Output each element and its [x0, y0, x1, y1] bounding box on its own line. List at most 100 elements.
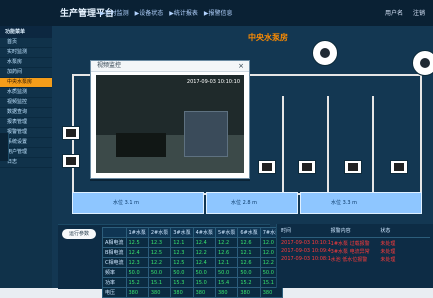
table-cell: 50.0	[170, 267, 194, 278]
table-cell: 12.5	[147, 247, 172, 258]
row-label: 频率	[102, 267, 127, 278]
parameters-button[interactable]: 运行参数	[62, 229, 96, 239]
alarm-content: 1#水泵 过载报警	[330, 241, 370, 247]
alarm-status: 未处理	[380, 257, 396, 263]
sidebar-item-query[interactable]: 数据查询	[0, 108, 52, 118]
sidebar-item-video[interactable]: 视频监控	[0, 98, 52, 108]
table-cell: 12.2	[192, 247, 217, 258]
table-cell: 12.4	[125, 247, 149, 258]
parameters-table: 1#水泵 2#水泵 3#水泵 4#水泵 5#水泵 6#水泵 7#水泵 A相电流 …	[102, 227, 284, 298]
page-title: 中央水泵房	[248, 33, 288, 42]
sidebar-item-home[interactable]: 首页	[0, 38, 52, 48]
pipe-vertical-2	[327, 96, 329, 194]
tank-1: 水位 3.1 m	[72, 192, 204, 214]
video-popup[interactable]: 视频监控 × 2017-09-03 10:10:10	[90, 60, 250, 179]
logout-link[interactable]: 注销	[413, 8, 425, 17]
pump-4-icon	[302, 163, 312, 171]
sidebar-item-dosing[interactable]: 加药间	[0, 68, 52, 78]
alarm-header: 时间 报警内容 状态	[281, 227, 430, 238]
table-cell: 12.5	[125, 237, 149, 248]
pump-6[interactable]	[390, 160, 408, 174]
table-cell: 12.1	[214, 257, 239, 268]
camera-machine	[184, 111, 228, 157]
pump-5-icon	[348, 163, 358, 171]
tank-3-level: 水位 3.3 m	[331, 200, 358, 206]
pump-4[interactable]	[298, 160, 316, 174]
table-cell: 50.0	[147, 267, 172, 278]
table-cell: 380	[259, 287, 284, 298]
table-header-cell: 3#水泵	[170, 227, 194, 238]
table-cell: 15.0	[192, 277, 217, 288]
table-cell: 12.2	[147, 257, 172, 268]
table-cell: 12.1	[237, 247, 261, 258]
table-cell: 15.2	[125, 277, 149, 288]
table-header-cell	[102, 227, 127, 238]
valve-center-icon	[320, 48, 330, 58]
camera-timestamp: 2017-09-03 10:10:10	[186, 79, 240, 85]
sidebar-item-pump-room[interactable]: 水泵房	[0, 58, 52, 68]
pump-2[interactable]	[62, 154, 80, 168]
user-name[interactable]: 用户名	[385, 8, 403, 17]
table-header-row: 1#水泵 2#水泵 3#水泵 4#水泵 5#水泵 6#水泵 7#水泵	[102, 227, 284, 238]
app-window: 生产管理平台 ▶实时监测 ▶设备状态 ▶统计报表 ▶报警信息 用户名 注销 功能…	[0, 0, 433, 298]
gauge-icon	[412, 50, 433, 76]
pump-6-icon	[394, 163, 404, 171]
table-cell: 15.3	[170, 277, 194, 288]
table-header-cell: 2#水泵	[147, 227, 172, 238]
alarm-row[interactable]: 2017-09-03 10:09:42 3#水泵 电流异常 未处理	[281, 248, 430, 255]
table-cell: 12.4	[192, 237, 217, 248]
table-cell: 50.0	[237, 267, 261, 278]
sidebar-collapse-handle[interactable]	[0, 133, 9, 161]
valve-icon	[312, 40, 338, 66]
tank-1-level: 水位 3.1 m	[113, 200, 140, 206]
pipe-vertical-3	[372, 96, 374, 194]
sidebar-item-reports[interactable]: 报表管理	[0, 118, 52, 128]
pump-1[interactable]	[62, 126, 80, 140]
sidebar-item-monitor[interactable]: 实时监测	[0, 48, 52, 58]
tank-2-level: 水位 2.8 m	[231, 200, 258, 206]
pump-3-icon	[262, 163, 272, 171]
alarm-status: 未处理	[380, 241, 396, 247]
table-row: 频率 50.0 50.0 50.0 50.0 50.0 50.0 50.0	[102, 267, 284, 278]
table-cell: 15.1	[147, 277, 172, 288]
top-nav: ▶实时监测 ▶设备状态 ▶统计报表 ▶报警信息	[100, 8, 233, 17]
table-cell: 12.3	[147, 237, 172, 248]
video-popup-title: 视频监控	[97, 62, 122, 69]
gauge-center-icon	[420, 58, 430, 68]
alarm-row[interactable]: 2017-09-03 10:08:11 水池 低水位报警 未处理	[281, 256, 430, 263]
table-cell: 12.4	[192, 257, 217, 268]
alarm-header-time: 时间	[281, 228, 292, 234]
table-cell: 380	[237, 287, 261, 298]
video-feed: 2017-09-03 10:10:10	[96, 75, 244, 173]
pump-3[interactable]	[258, 160, 276, 174]
tank-3: 水位 3.3 m	[300, 192, 422, 214]
pipe-right	[420, 74, 422, 194]
pump-5[interactable]	[344, 160, 362, 174]
sidebar: 功能菜单 首页 实时监测 水泵房 加药间 中央水泵房 水质监测 视频监控 数据查…	[0, 26, 52, 288]
close-icon[interactable]: ×	[237, 62, 245, 70]
tank-2: 水位 2.8 m	[206, 192, 298, 214]
table-cell: 12.6	[237, 257, 261, 268]
nav-item-4[interactable]: ▶报警信息	[204, 8, 233, 17]
video-popup-header: 视频监控 ×	[91, 61, 249, 72]
alarm-content: 3#水泵 电流异常	[330, 249, 370, 255]
table-header-cell: 5#水泵	[214, 227, 239, 238]
alarm-row[interactable]: 2017-09-03 10:10:10 1#水泵 过载报警 未处理	[281, 240, 430, 247]
table-cell: 380	[192, 287, 217, 298]
sidebar-item-central-pump[interactable]: 中央水泵房	[0, 78, 52, 88]
nav-item-1[interactable]: ▶实时监测	[100, 8, 129, 17]
table-cell: 380	[170, 287, 194, 298]
alarm-header-status: 状态	[380, 228, 391, 234]
nav-item-3[interactable]: ▶统计报表	[169, 8, 198, 17]
table-row: 功率 15.2 15.1 15.3 15.0 15.4 15.2 15.1	[102, 277, 284, 288]
table-cell: 15.4	[214, 277, 239, 288]
sidebar-header: 功能菜单	[0, 26, 52, 38]
table-row: A相电流 12.5 12.3 12.1 12.4 12.2 12.6 12.0	[102, 237, 284, 248]
table-cell: 12.6	[214, 247, 239, 258]
table-header-cell: 6#水泵	[237, 227, 261, 238]
row-label: A相电流	[102, 237, 127, 248]
sidebar-item-water-quality[interactable]: 水质监测	[0, 88, 52, 98]
nav-item-2[interactable]: ▶设备状态	[135, 8, 164, 17]
table-cell: 12.6	[237, 237, 261, 248]
table-cell: 12.1	[170, 237, 194, 248]
